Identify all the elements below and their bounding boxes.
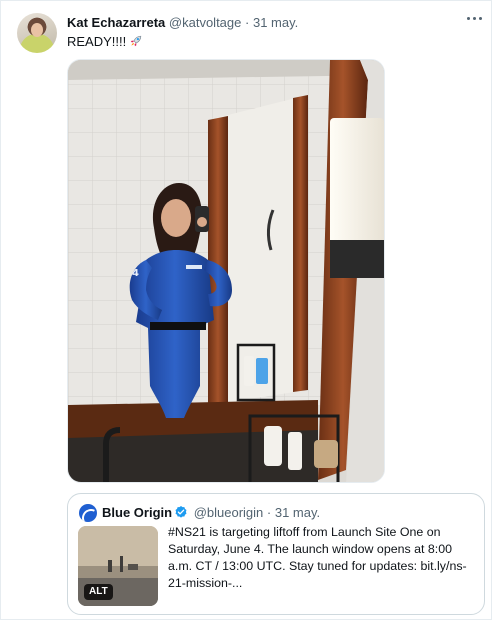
svg-text:4: 4 [132,268,139,279]
quoted-author-name[interactable]: Blue Origin [102,505,172,520]
tweet-text: READY!!!! [67,33,143,51]
tweet-header: Kat Echazarreta @katvoltage · 31 may. [67,14,475,34]
author-handle[interactable]: @katvoltage [169,15,241,30]
rocket-icon [131,35,142,47]
quoted-tweet-date[interactable]: 31 may. [275,505,320,520]
separator-dot: · [245,15,250,30]
author-name[interactable]: Kat Echazarreta [67,15,165,30]
alt-text-badge[interactable]: ALT [84,584,113,600]
quoted-tweet-thumbnail[interactable]: ALT [78,526,158,606]
tweet-card[interactable]: Kat Echazarreta @katvoltage · 31 may. RE… [0,0,492,620]
quoted-tweet-text: #NS21 is targeting liftoff from Launch S… [168,525,467,590]
author-avatar[interactable] [17,13,57,53]
tweet-text-body: READY!!!! [67,34,127,49]
more-options-icon[interactable] [465,9,485,29]
blue-origin-avatar[interactable] [79,504,97,522]
tweet-date[interactable]: 31 may. [253,15,298,30]
quoted-tweet-header: Blue Origin @blueorigin · 31 may. [102,504,320,522]
bathroom-selfie-image: 4 [68,60,384,482]
quoted-author-handle[interactable]: @blueorigin [194,505,264,520]
tweet-photo[interactable]: 4 [67,59,385,483]
quoted-tweet[interactable]: Blue Origin @blueorigin · 31 may. ALT #N… [67,493,485,615]
quoted-separator-dot: · [266,505,272,520]
verified-badge-icon [175,506,187,518]
